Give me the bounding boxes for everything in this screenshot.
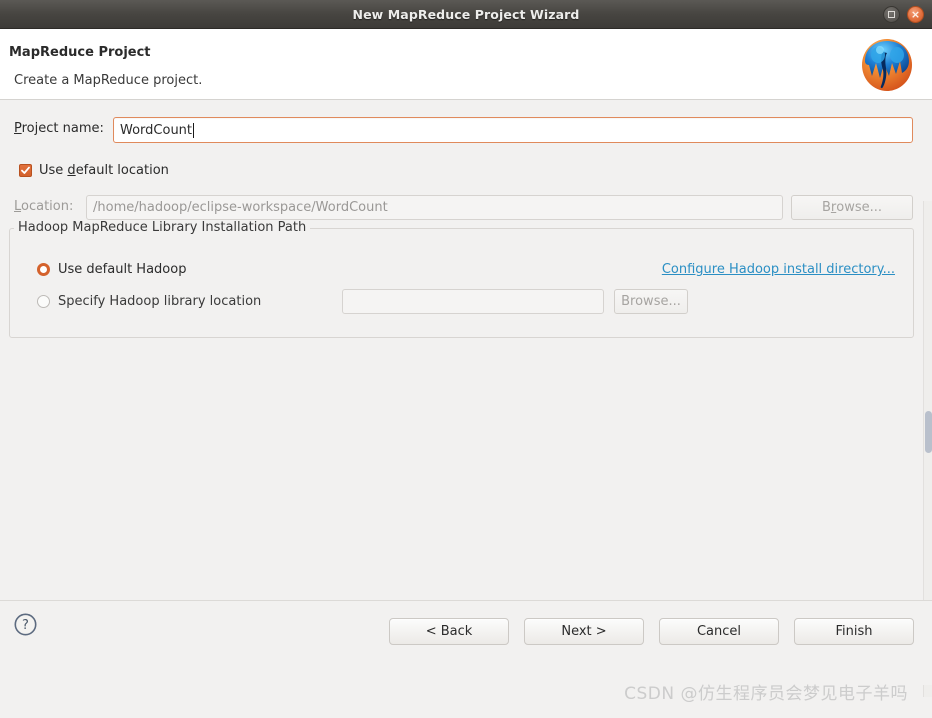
hadoop-elephant-icon bbox=[856, 34, 918, 94]
project-name-label: Project name: bbox=[14, 121, 104, 136]
use-default-location-label: Use default location bbox=[39, 163, 169, 178]
window-controls: × bbox=[883, 0, 924, 29]
cancel-button[interactable]: Cancel bbox=[659, 618, 779, 645]
radio-specify-hadoop-library[interactable]: Specify Hadoop library location bbox=[37, 294, 261, 309]
page-title: MapReduce Project bbox=[9, 45, 151, 60]
radio-use-default-hadoop[interactable]: Use default Hadoop bbox=[37, 262, 186, 277]
title-bar: New MapReduce Project Wizard × bbox=[0, 0, 932, 29]
project-name-mnemonic: P bbox=[14, 121, 22, 136]
text-caret bbox=[193, 122, 195, 138]
hadoop-library-group: Hadoop MapReduce Library Installation Pa… bbox=[9, 220, 914, 338]
configure-hadoop-install-directory-link[interactable]: Configure Hadoop install directory... bbox=[662, 262, 895, 277]
next-button[interactable]: Next > bbox=[524, 618, 644, 645]
hadoop-library-group-title: Hadoop MapReduce Library Installation Pa… bbox=[14, 220, 311, 235]
wizard-footer: ? < Back Next > Cancel Finish bbox=[0, 600, 932, 685]
location-value: /home/hadoop/eclipse-workspace/WordCount bbox=[93, 200, 388, 215]
watermark-text: CSDN @仿生程序员会梦见电子羊吗 bbox=[624, 684, 908, 704]
project-name-value: WordCount bbox=[120, 122, 193, 138]
page-description: Create a MapReduce project. bbox=[14, 73, 203, 88]
radio-use-default-hadoop-label: Use default Hadoop bbox=[58, 262, 187, 277]
footer-button-group: < Back Next > Cancel Finish bbox=[389, 618, 914, 645]
finish-button[interactable]: Finish bbox=[794, 618, 914, 645]
svg-text:?: ? bbox=[22, 618, 29, 633]
help-icon[interactable]: ? bbox=[13, 612, 38, 637]
radio-selected-icon bbox=[37, 263, 50, 276]
maximize-icon[interactable] bbox=[883, 6, 900, 23]
radio-unselected-icon bbox=[37, 295, 50, 308]
wizard-header: MapReduce Project Create a MapReduce pro… bbox=[0, 29, 932, 100]
close-icon[interactable]: × bbox=[907, 6, 924, 23]
back-button[interactable]: < Back bbox=[389, 618, 509, 645]
window-title: New MapReduce Project Wizard bbox=[352, 6, 580, 22]
radio-specify-hadoop-library-label: Specify Hadoop library location bbox=[58, 294, 262, 309]
wizard-window: New MapReduce Project Wizard × MapReduce… bbox=[0, 0, 932, 718]
browse-location-button[interactable]: Br owse... bbox=[791, 195, 913, 220]
scrollbar-thumb[interactable] bbox=[925, 411, 932, 453]
use-default-location-checkbox[interactable]: Use default location bbox=[19, 163, 169, 178]
maximize-glyph bbox=[888, 11, 895, 18]
project-name-input[interactable]: WordCount bbox=[113, 117, 913, 143]
location-label: Location: bbox=[14, 199, 74, 214]
checkbox-checked-icon bbox=[19, 164, 32, 177]
project-name-row: Project name: WordCount bbox=[0, 117, 932, 143]
wizard-body: Project name: WordCount Use default loca… bbox=[0, 100, 932, 697]
location-input[interactable]: /home/hadoop/eclipse-workspace/WordCount bbox=[86, 195, 783, 220]
hadoop-library-location-input[interactable] bbox=[342, 289, 604, 314]
close-glyph: × bbox=[910, 8, 921, 21]
browse-hadoop-library-button[interactable]: Browse... bbox=[614, 289, 688, 314]
location-row: Location: /home/hadoop/eclipse-workspace… bbox=[0, 195, 932, 220]
